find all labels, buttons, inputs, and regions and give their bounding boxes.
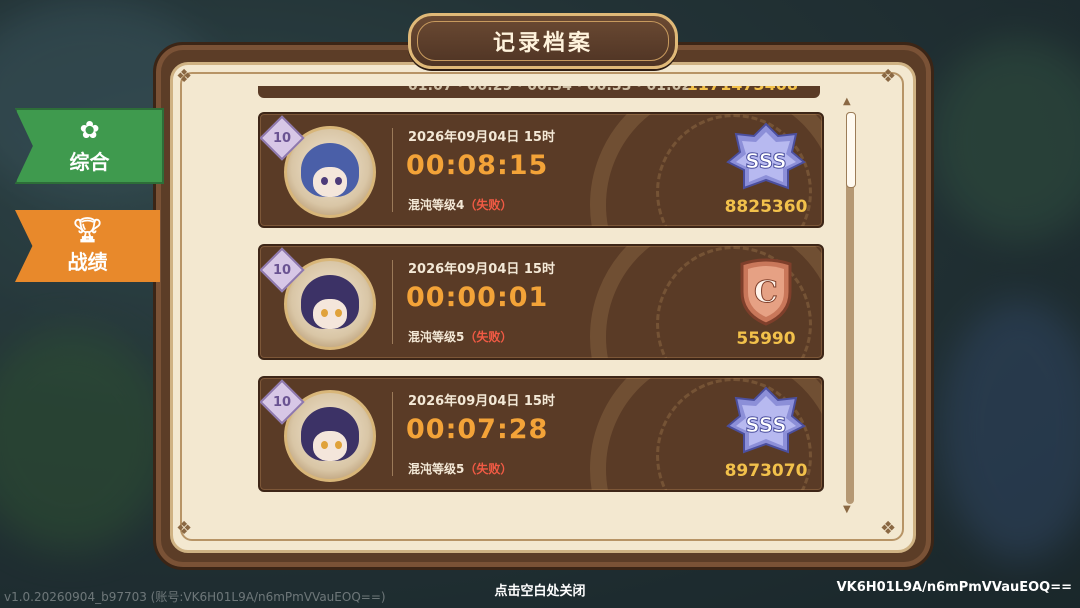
result-text: （失败）	[464, 330, 513, 344]
tab-overview[interactable]: ✿ 综合	[15, 108, 164, 184]
account-id: VK6H01L9A/n6mPmVVauEOQ==	[836, 580, 1072, 595]
corner-ornament-icon: ❖	[880, 66, 897, 87]
record-time: 00:00:01	[406, 282, 549, 313]
page-title: 记录档案	[492, 31, 593, 56]
record-time: 00:08:15	[406, 150, 549, 181]
rank-label: SSS	[745, 149, 786, 173]
partial-times: 01:07 · 00:29 · 00:34 · 00:33 · 01:02	[408, 86, 692, 94]
title-plate: 记录档案	[408, 13, 678, 69]
tab-records[interactable]: 🏆︎ 战绩	[15, 210, 160, 282]
list-item-partial[interactable]: 01:07 · 00:29 · 00:34 · 00:33 · 01:02 11…	[258, 86, 820, 98]
record-list[interactable]: 01:07 · 00:29 · 00:34 · 00:33 · 01:02 11…	[258, 86, 824, 511]
record-score: 55990	[736, 329, 796, 349]
record-date: 2026年09月04日 15时	[408, 394, 555, 409]
card-divider	[392, 128, 393, 212]
avatar-eye	[321, 441, 328, 449]
chaos-level-text: 混沌等级5	[408, 330, 465, 344]
scroll-down-icon[interactable]: ▼	[843, 504, 851, 515]
scroll-up-icon[interactable]: ▲	[843, 96, 851, 107]
record-score: 8825360	[724, 197, 808, 217]
record-card[interactable]: 10 2026年09月04日 15时 00:08:15 混沌等级4（失败） SS…	[258, 112, 824, 228]
rank-label: SSS	[745, 413, 786, 437]
scrollbar-thumb[interactable]	[846, 112, 856, 188]
tab-records-label: 战绩	[67, 249, 108, 274]
record-score: 8973070	[724, 461, 808, 481]
avatar-face	[313, 299, 347, 329]
rank-sss-badge-icon: SSS	[726, 122, 806, 196]
record-date: 2026年09月04日 15时	[408, 262, 555, 277]
rank-badge-svg: SSS	[726, 122, 806, 190]
rank-label: C	[754, 275, 778, 310]
rank-c-badge-icon: C	[726, 254, 806, 328]
result-text: （失败）	[464, 462, 513, 476]
rank-badge-svg: SSS	[726, 386, 806, 454]
avatar-eye	[335, 309, 342, 317]
corner-ornament-icon: ❖	[176, 518, 193, 539]
record-card[interactable]: 10 2026年09月04日 15时 00:07:28 混沌等级5（失败） SS…	[258, 376, 824, 492]
level-number: 10	[272, 394, 292, 410]
level-number: 10	[272, 130, 292, 146]
version-text: v1.0.20260904_b97703 (账号:VK6H01L9A/n6mPm…	[4, 590, 386, 604]
chaos-level-text: 混沌等级4	[408, 198, 465, 212]
avatar-face	[313, 167, 347, 197]
tab-overview-label: 综合	[69, 149, 110, 174]
level-number: 10	[272, 262, 292, 278]
corner-ornament-icon: ❖	[176, 66, 193, 87]
avatar-eye	[335, 177, 342, 185]
record-time: 00:07:28	[406, 414, 549, 445]
trophy-icon: 🏆︎	[72, 215, 103, 244]
chaos-level-text: 混沌等级5	[408, 462, 465, 476]
record-card[interactable]: 10 2026年09月04日 15时 00:00:01 混沌等级5（失败） C …	[258, 244, 824, 360]
result-text: （失败）	[464, 198, 513, 212]
avatar-eye	[321, 177, 328, 185]
avatar-face	[313, 431, 347, 461]
partial-score: 1171473408	[687, 86, 798, 94]
flower-emblem-icon: ✿	[79, 115, 100, 144]
rank-badge-svg: C	[740, 258, 792, 326]
chaos-level: 混沌等级4（失败）	[408, 196, 512, 213]
corner-ornament-icon: ❖	[880, 518, 897, 539]
avatar-eye	[335, 441, 342, 449]
avatar-eye	[321, 309, 328, 317]
chaos-level: 混沌等级5（失败）	[408, 328, 512, 345]
card-divider	[392, 260, 393, 344]
chaos-level: 混沌等级5（失败）	[408, 460, 512, 477]
rank-sss-badge-icon: SSS	[726, 386, 806, 460]
record-date: 2026年09月04日 15时	[408, 130, 555, 145]
card-divider	[392, 392, 393, 476]
